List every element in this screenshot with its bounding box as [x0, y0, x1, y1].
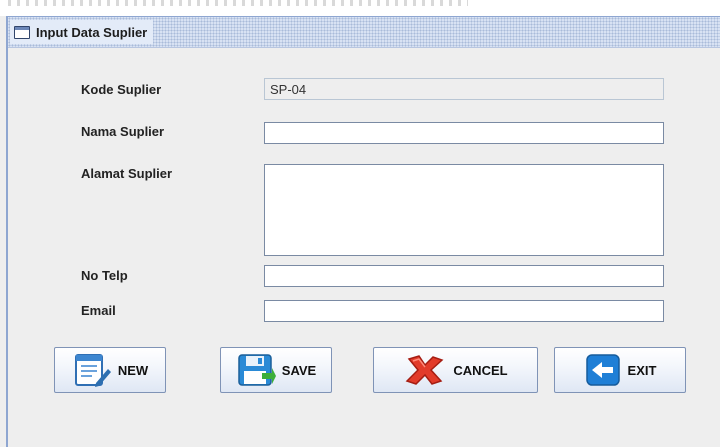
window-icon — [14, 25, 30, 39]
internal-frame: Input Data Suplier Kode Suplier Nama Sup… — [6, 16, 720, 447]
kode-suplier-label: Kode Suplier — [81, 82, 162, 97]
alamat-suplier-label: Alamat Suplier — [81, 166, 173, 181]
alamat-suplier-field[interactable] — [264, 164, 664, 256]
save-button-label: SAVE — [281, 362, 317, 378]
email-field[interactable] — [264, 300, 664, 322]
exit-button[interactable]: EXIT — [554, 347, 686, 393]
email-label: Email — [81, 303, 116, 318]
no-telp-field[interactable] — [264, 265, 664, 287]
no-telp-label: No Telp — [81, 268, 128, 283]
floppy-save-icon — [238, 354, 276, 386]
notepad-new-icon — [74, 354, 111, 387]
background-window-strip — [0, 0, 720, 16]
kode-suplier-field[interactable] — [264, 78, 664, 100]
blue-arrow-exit-icon — [585, 354, 620, 386]
nama-suplier-field[interactable] — [264, 122, 664, 144]
cancel-button[interactable]: CANCEL — [373, 347, 538, 393]
background-window-text — [8, 0, 468, 6]
red-x-cancel-icon — [406, 355, 444, 385]
nama-suplier-label: Nama Suplier — [81, 124, 165, 139]
new-button[interactable]: NEW — [54, 347, 166, 393]
save-button[interactable]: SAVE — [220, 347, 332, 393]
title-label-box: Input Data Suplier — [10, 20, 154, 44]
exit-button-label: EXIT — [627, 362, 657, 378]
window-title: Input Data Suplier — [36, 24, 148, 40]
title-bar[interactable]: Input Data Suplier — [8, 17, 720, 48]
new-button-label: NEW — [117, 362, 149, 378]
cancel-button-label: CANCEL — [453, 362, 508, 378]
